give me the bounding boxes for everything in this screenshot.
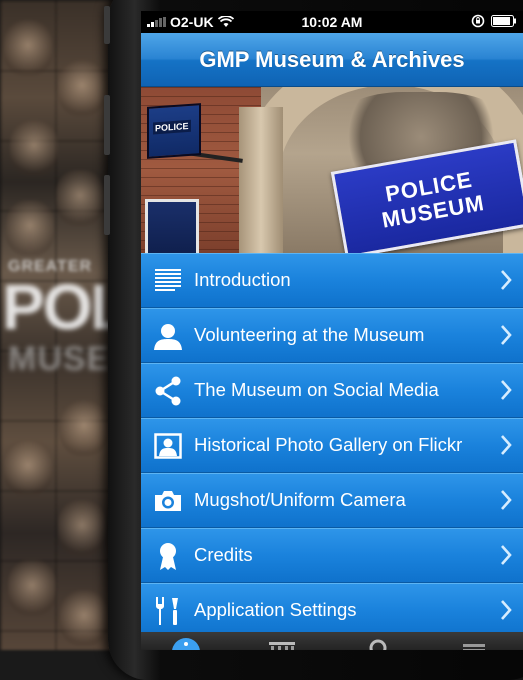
- menu-item-label: Credits: [194, 544, 253, 565]
- menu-item-camera[interactable]: Mugshot/Uniform Camera: [141, 473, 523, 528]
- rotation-lock-icon: [471, 14, 485, 28]
- page-title: GMP Museum & Archives: [199, 47, 465, 72]
- chevron-right-icon: [501, 435, 512, 455]
- menu-item-social-media[interactable]: The Museum on Social Media: [141, 363, 523, 418]
- menu-item-label: Introduction: [194, 269, 291, 290]
- more-tab-icon[interactable]: [459, 636, 489, 650]
- menu-item-volunteering[interactable]: Volunteering at the Museum: [141, 308, 523, 363]
- chevron-right-icon: [501, 325, 512, 345]
- police-lamp: POLICE: [147, 103, 201, 159]
- main-menu: Introduction Volunteering at the Museum: [141, 253, 523, 638]
- menu-item-introduction[interactable]: Introduction: [141, 253, 523, 308]
- chevron-right-icon: [501, 490, 512, 510]
- chevron-right-icon: [501, 600, 512, 620]
- background-poster: GREATER POL MUSEU: [0, 0, 120, 650]
- menu-item-photo-gallery[interactable]: Historical Photo Gallery on Flickr: [141, 418, 523, 473]
- chevron-right-icon: [501, 545, 512, 565]
- tab-bar: [141, 632, 523, 650]
- status-bar: O2-UK 10:02 AM: [141, 11, 523, 33]
- background-museum-text: MUSEU: [8, 340, 120, 378]
- menu-item-label: Mugshot/Uniform Camera: [194, 489, 406, 510]
- volume-up-button: [104, 95, 110, 155]
- navigation-bar: GMP Museum & Archives: [141, 33, 523, 87]
- share-icon: [153, 376, 183, 406]
- menu-item-credits[interactable]: Credits: [141, 528, 523, 583]
- background-big-text: POL: [2, 271, 120, 343]
- volume-down-button: [104, 175, 110, 235]
- award-ribbon-icon: [153, 541, 183, 571]
- menu-item-label: Historical Photo Gallery on Flickr: [194, 434, 463, 455]
- battery-icon: [491, 15, 516, 27]
- tools-icon: [153, 596, 183, 626]
- menu-item-label: Volunteering at the Museum: [194, 324, 425, 345]
- police-lamp-text: POLICE: [153, 119, 191, 135]
- chevron-right-icon: [501, 380, 512, 400]
- document-lines-icon: [153, 266, 183, 296]
- info-tab-icon[interactable]: [171, 636, 201, 650]
- phone-screen: O2-UK 10:02 AM GMP Museum & Archives POL…: [141, 11, 523, 650]
- photo-portrait-icon: [153, 431, 183, 461]
- menu-item-settings[interactable]: Application Settings: [141, 583, 523, 638]
- menu-item-label: Application Settings: [194, 599, 357, 620]
- menu-item-label: The Museum on Social Media: [194, 379, 439, 400]
- status-right: [471, 14, 517, 28]
- mute-switch: [104, 6, 110, 44]
- hero-photo-police-museum: POLICE POLICE MUSEUM: [141, 87, 523, 253]
- museum-tab-icon[interactable]: [267, 636, 297, 650]
- window: [145, 199, 199, 253]
- chevron-right-icon: [501, 270, 512, 290]
- person-icon: [153, 321, 183, 351]
- search-tab-icon[interactable]: [363, 636, 393, 650]
- stone-column: [239, 107, 283, 253]
- clock: 10:02 AM: [301, 14, 363, 30]
- camera-icon: [153, 486, 183, 516]
